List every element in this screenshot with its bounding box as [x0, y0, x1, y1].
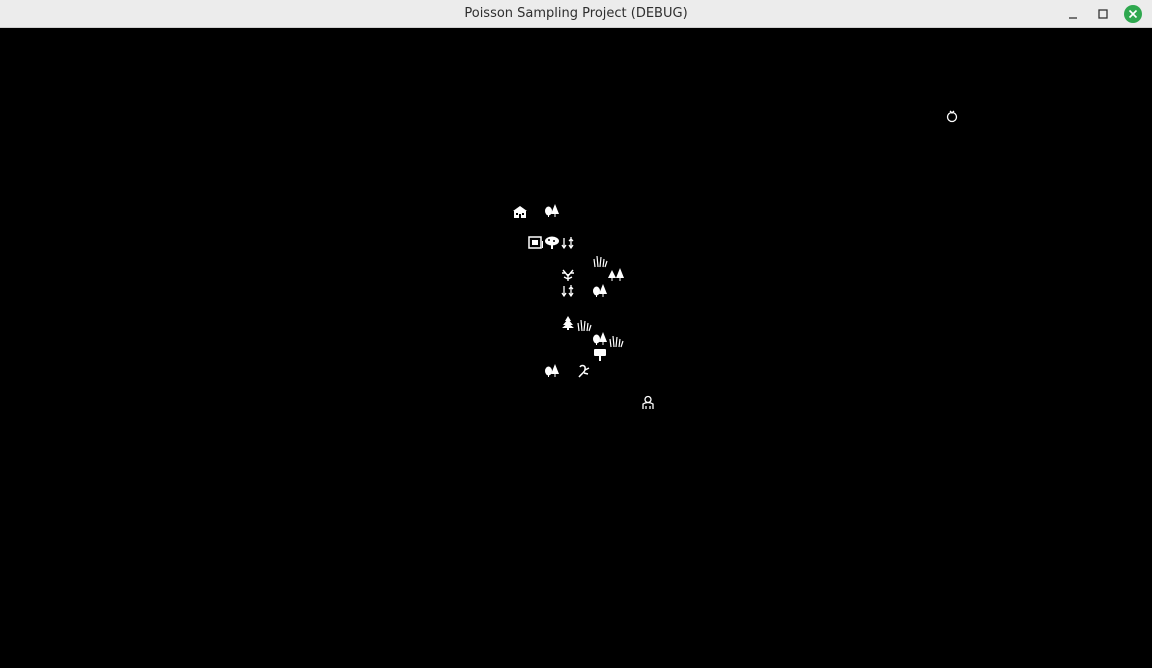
- trees-sprite: [592, 283, 608, 299]
- close-button[interactable]: [1123, 4, 1143, 24]
- grass-tuft-sprite: [608, 333, 624, 349]
- minimize-icon: [1069, 17, 1077, 19]
- grass-tuft-sprite: [592, 253, 608, 269]
- cursor-marker-sprite: [944, 108, 960, 124]
- player-character-sprite: [640, 395, 656, 411]
- dead-bush-sprite: [560, 267, 576, 283]
- trees-sprite: [592, 331, 608, 347]
- trees-sprite: [608, 267, 624, 283]
- minimize-button[interactable]: [1063, 4, 1083, 24]
- sapling-sprite: [560, 283, 576, 299]
- maximize-button[interactable]: [1093, 4, 1113, 24]
- grass-tuft-sprite: [576, 317, 592, 333]
- mushroom-tree-sprite: [544, 235, 560, 251]
- window-titlebar[interactable]: Poisson Sampling Project (DEBUG): [0, 0, 1152, 28]
- maximize-icon: [1098, 9, 1108, 19]
- game-canvas[interactable]: [0, 28, 1152, 668]
- signpost-sprite: [592, 347, 608, 363]
- vine-sprite: [576, 363, 592, 379]
- trees-sprite: [544, 363, 560, 379]
- house-sprite: [512, 204, 528, 220]
- close-icon: [1124, 5, 1142, 23]
- window-title: Poisson Sampling Project (DEBUG): [464, 6, 688, 21]
- trees-sprite: [544, 203, 560, 219]
- sapling-sprite: [560, 235, 576, 251]
- pine-tree-sprite: [560, 315, 576, 331]
- shop-sign-sprite: [528, 235, 544, 251]
